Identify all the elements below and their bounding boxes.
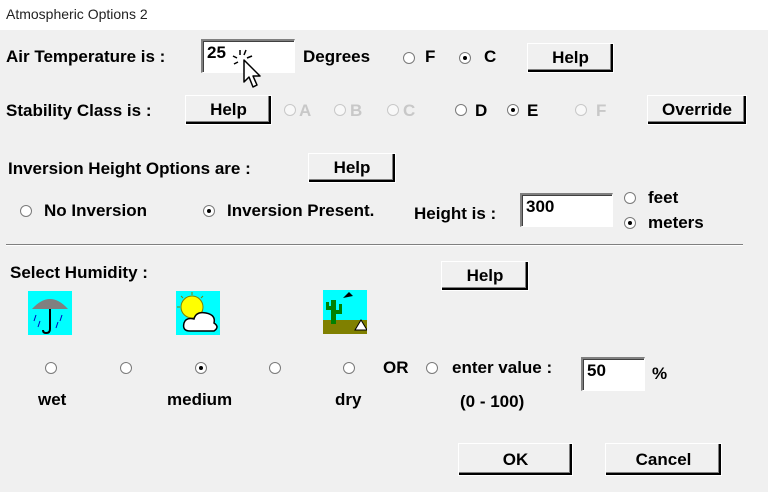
degrees-label: Degrees [303,47,371,66]
stability-c-label: C [403,101,416,120]
height-label: Height is : [414,204,497,223]
stability-class-label: Stability Class is : [6,101,152,120]
ok-button[interactable]: OK [458,443,573,476]
no-inversion-label: No Inversion [44,201,147,220]
stability-c-radio[interactable] [387,104,399,116]
humidity-custom-radio[interactable] [426,362,438,374]
inversion-help-button[interactable]: Help [308,153,396,183]
title-bar[interactable]: Atmospheric Options 2 [0,0,768,30]
humidity-medium-dry-radio[interactable] [269,362,281,374]
stability-b-label: B [350,101,363,120]
window-title: Atmospheric Options 2 [6,6,148,22]
atmospheric-options-dialog: Atmospheric Options 2 Air Temperature is… [0,0,768,492]
no-inversion-radio[interactable] [20,205,32,217]
air-temperature-label: Air Temperature is : [6,47,166,66]
humidity-range-label: (0 - 100) [460,392,525,411]
stability-help-button[interactable]: Help [185,95,272,125]
stability-e-label: E [527,101,539,120]
height-meters-label: meters [648,213,704,232]
stability-f-radio[interactable] [575,104,587,116]
humidity-help-button[interactable]: Help [441,261,529,291]
unit-c-radio[interactable] [459,52,471,64]
height-meters-radio[interactable] [624,217,636,229]
inversion-height-input[interactable]: 300 [520,193,613,227]
stability-d-label: D [475,101,488,120]
humidity-medium-label: medium [167,390,233,409]
height-feet-label: feet [648,188,679,207]
override-button[interactable]: Override [647,95,747,125]
umbrella-rain-icon [28,291,72,335]
humidity-wet-label: wet [38,390,67,409]
unit-c-label: C [484,47,497,66]
humidity-wet-radio[interactable] [45,362,57,374]
humidity-wet-medium-radio[interactable] [120,362,132,374]
unit-f-label: F [425,47,436,66]
inversion-present-radio[interactable] [203,205,215,217]
or-label: OR [383,358,409,377]
separator-line [6,244,743,246]
humidity-dry-radio[interactable] [343,362,355,374]
select-humidity-label: Select Humidity : [10,263,148,282]
temperature-help-button[interactable]: Help [527,43,614,73]
percent-label: % [652,364,668,383]
stability-b-radio[interactable] [334,104,346,116]
height-feet-radio[interactable] [624,192,636,204]
desert-cactus-icon [323,290,367,334]
unit-f-radio[interactable] [403,52,415,64]
stability-e-radio[interactable] [507,104,519,116]
cancel-button[interactable]: Cancel [605,443,722,476]
humidity-dry-label: dry [335,390,362,409]
sun-cloud-icon [176,291,220,335]
stability-a-radio[interactable] [284,104,296,116]
inversion-present-label: Inversion Present. [227,201,375,220]
stability-d-radio[interactable] [455,104,467,116]
enter-value-label: enter value : [452,358,553,377]
mouse-pointer-icon [232,49,261,88]
stability-a-label: A [299,101,312,120]
humidity-medium-radio[interactable] [195,362,207,374]
inversion-options-label: Inversion Height Options are : [8,159,251,178]
stability-f-label: F [596,101,607,120]
humidity-value-input[interactable]: 50 [581,357,645,391]
